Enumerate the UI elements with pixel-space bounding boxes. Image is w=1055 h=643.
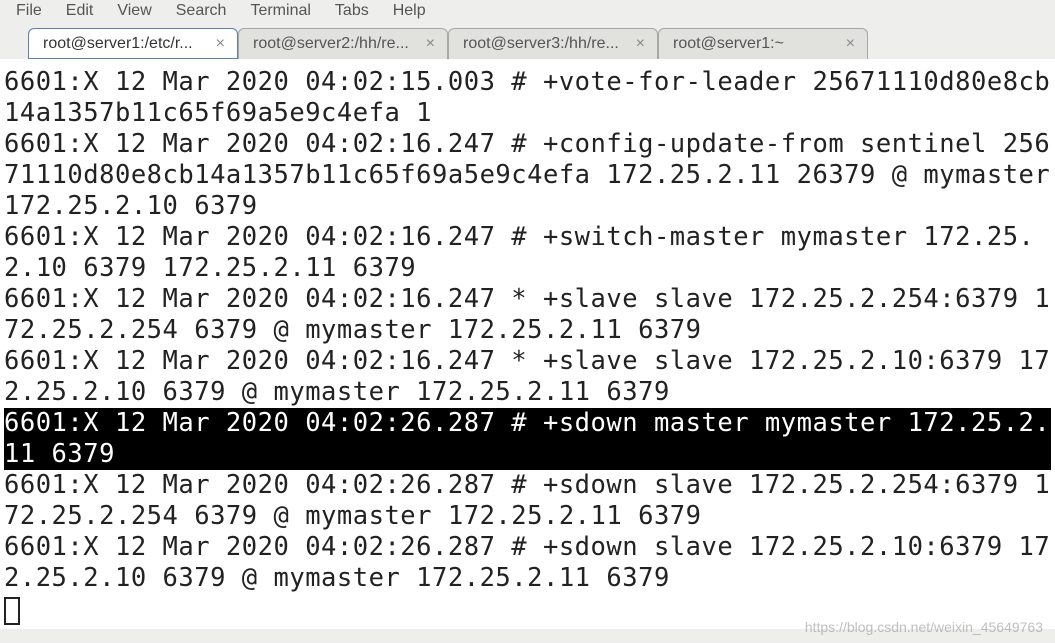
close-icon[interactable]: × [846,35,855,53]
close-icon[interactable]: × [216,35,225,53]
close-icon[interactable]: × [636,35,645,53]
menu-help[interactable]: Help [393,2,426,20]
log-line: 6601:X 12 Mar 2020 04:02:16.247 * +slave… [4,284,1051,346]
menu-tabs[interactable]: Tabs [335,2,369,20]
log-line: 6601:X 12 Mar 2020 04:02:26.287 # +sdown… [4,532,1051,594]
close-icon[interactable]: × [426,35,435,53]
tab-server1-home[interactable]: root@server1:~ × [658,28,868,59]
menu-search[interactable]: Search [176,2,227,20]
tabs-row: root@server1:/etc/r... × root@server2:/h… [0,26,1055,59]
log-line: 6601:X 12 Mar 2020 04:02:15.003 # +vote-… [4,67,1051,129]
menu-edit[interactable]: Edit [66,2,94,20]
log-line: 6601:X 12 Mar 2020 04:02:16.247 # +confi… [4,129,1051,222]
cursor-icon [4,597,20,625]
menu-view[interactable]: View [117,2,151,20]
tab-label: root@server3:/hh/re... [463,35,626,53]
tab-label: root@server1:~ [673,35,836,53]
watermark: https://blog.csdn.net/weixin_45649763 [805,619,1043,635]
log-line: 6601:X 12 Mar 2020 04:02:16.247 # +switc… [4,222,1051,284]
log-line: 6601:X 12 Mar 2020 04:02:16.247 * +slave… [4,346,1051,408]
tab-label: root@server1:/etc/r... [43,35,206,53]
terminal-output[interactable]: 6601:X 12 Mar 2020 04:02:15.003 # +vote-… [0,59,1055,629]
tab-server3-hh[interactable]: root@server3:/hh/re... × [448,28,658,59]
log-line: 6601:X 12 Mar 2020 04:02:26.287 # +sdown… [4,470,1051,532]
log-line: 6601:X 12 Mar 2020 04:02:26.287 # +sdown… [4,408,1051,470]
menu-file[interactable]: File [16,2,42,20]
menu-terminal[interactable]: Terminal [250,2,310,20]
tab-server2-hh[interactable]: root@server2:/hh/re... × [238,28,448,59]
tab-server1-etc[interactable]: root@server1:/etc/r... × [28,28,238,59]
tab-label: root@server2:/hh/re... [253,35,416,53]
menu-bar: File Edit View Search Terminal Tabs Help [0,0,1055,26]
